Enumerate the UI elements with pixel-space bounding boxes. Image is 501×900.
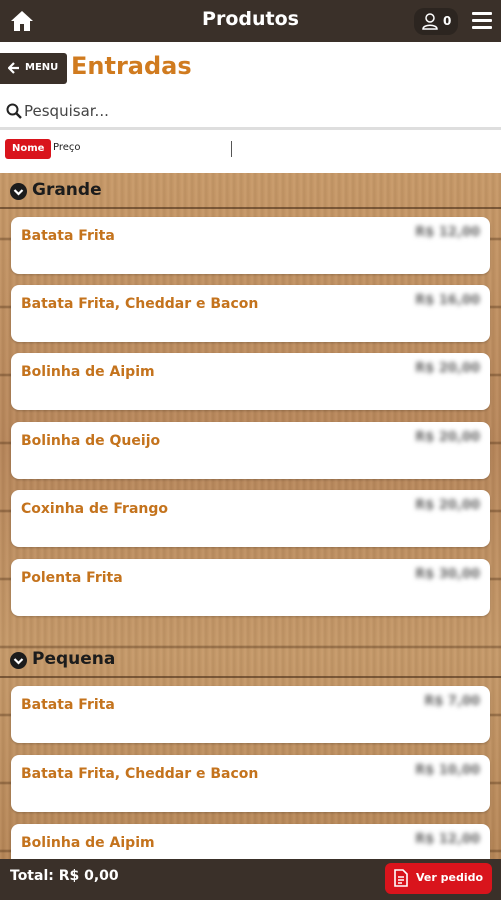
section-title: Entradas [71, 52, 192, 80]
product-price: R$ 12,00 [415, 832, 480, 847]
product-card[interactable]: Bolinha de Aipim R$ 12,00 [11, 824, 490, 859]
bottom-bar: Total: R$ 0,00 Ver pedido [0, 859, 501, 900]
sort-by-name-button[interactable]: Nome [5, 139, 52, 159]
product-name: Bolinha de Aipim [21, 364, 155, 380]
product-price: R$ 20,00 [415, 430, 480, 445]
search-input[interactable] [24, 100, 484, 122]
product-card[interactable]: Bolinha de Queijo R$ 20,00 [11, 422, 490, 479]
product-list: Grande Batata Frita R$ 12,00 Batata Frit… [0, 173, 501, 859]
sort-row: Nome Preço [0, 130, 501, 173]
sort-by-price-button[interactable]: Preço [53, 142, 81, 153]
product-card[interactable]: Batata Frita R$ 7,00 [11, 686, 490, 743]
product-price: R$ 20,00 [415, 498, 480, 513]
product-price: R$ 10,00 [415, 763, 480, 778]
search-icon [6, 103, 22, 119]
product-card[interactable]: Batata Frita, Cheddar e Bacon R$ 16,00 [11, 285, 490, 342]
top-bar: Produtos 0 [0, 0, 501, 42]
product-card[interactable]: Bolinha de Aipim R$ 20,00 [11, 353, 490, 410]
group-label: Pequena [32, 649, 116, 669]
user-button[interactable]: 0 [414, 8, 458, 35]
product-price: R$ 20,00 [415, 361, 480, 376]
product-price: R$ 12,00 [415, 225, 480, 240]
view-order-button[interactable]: Ver pedido [385, 863, 492, 894]
menu-back-button[interactable]: MENU [0, 53, 67, 84]
chevron-down-circle-icon [10, 183, 27, 200]
order-total: Total: R$ 0,00 [10, 868, 119, 884]
product-name: Bolinha de Queijo [21, 433, 161, 449]
arrow-left-icon [8, 62, 19, 74]
product-price: R$ 16,00 [415, 293, 480, 308]
product-name: Batata Frita, Cheddar e Bacon [21, 766, 259, 782]
view-order-label: Ver pedido [416, 871, 484, 884]
product-name: Batata Frita, Cheddar e Bacon [21, 296, 259, 312]
product-name: Batata Frita [21, 697, 115, 713]
product-card[interactable]: Batata Frita, Cheddar e Bacon R$ 10,00 [11, 755, 490, 812]
document-icon [394, 869, 408, 887]
user-icon [422, 13, 438, 30]
group-label: Grande [32, 180, 102, 200]
product-card[interactable]: Polenta Frita R$ 30,00 [11, 559, 490, 616]
menu-label: MENU [25, 62, 59, 73]
product-name: Bolinha de Aipim [21, 835, 155, 851]
product-name: Coxinha de Frango [21, 501, 168, 517]
product-card[interactable]: Coxinha de Frango R$ 20,00 [11, 490, 490, 547]
sort-separator [231, 141, 232, 157]
product-price: R$ 30,00 [415, 567, 480, 582]
product-name: Polenta Frita [21, 570, 123, 586]
product-card[interactable]: Batata Frita R$ 12,00 [11, 217, 490, 274]
group-divider [0, 207, 501, 209]
user-count: 0 [443, 14, 452, 28]
group-divider [0, 676, 501, 678]
chevron-down-circle-icon [10, 652, 27, 669]
product-price: R$ 7,00 [424, 694, 480, 709]
hamburger-menu-icon[interactable] [472, 12, 492, 30]
product-name: Batata Frita [21, 228, 115, 244]
